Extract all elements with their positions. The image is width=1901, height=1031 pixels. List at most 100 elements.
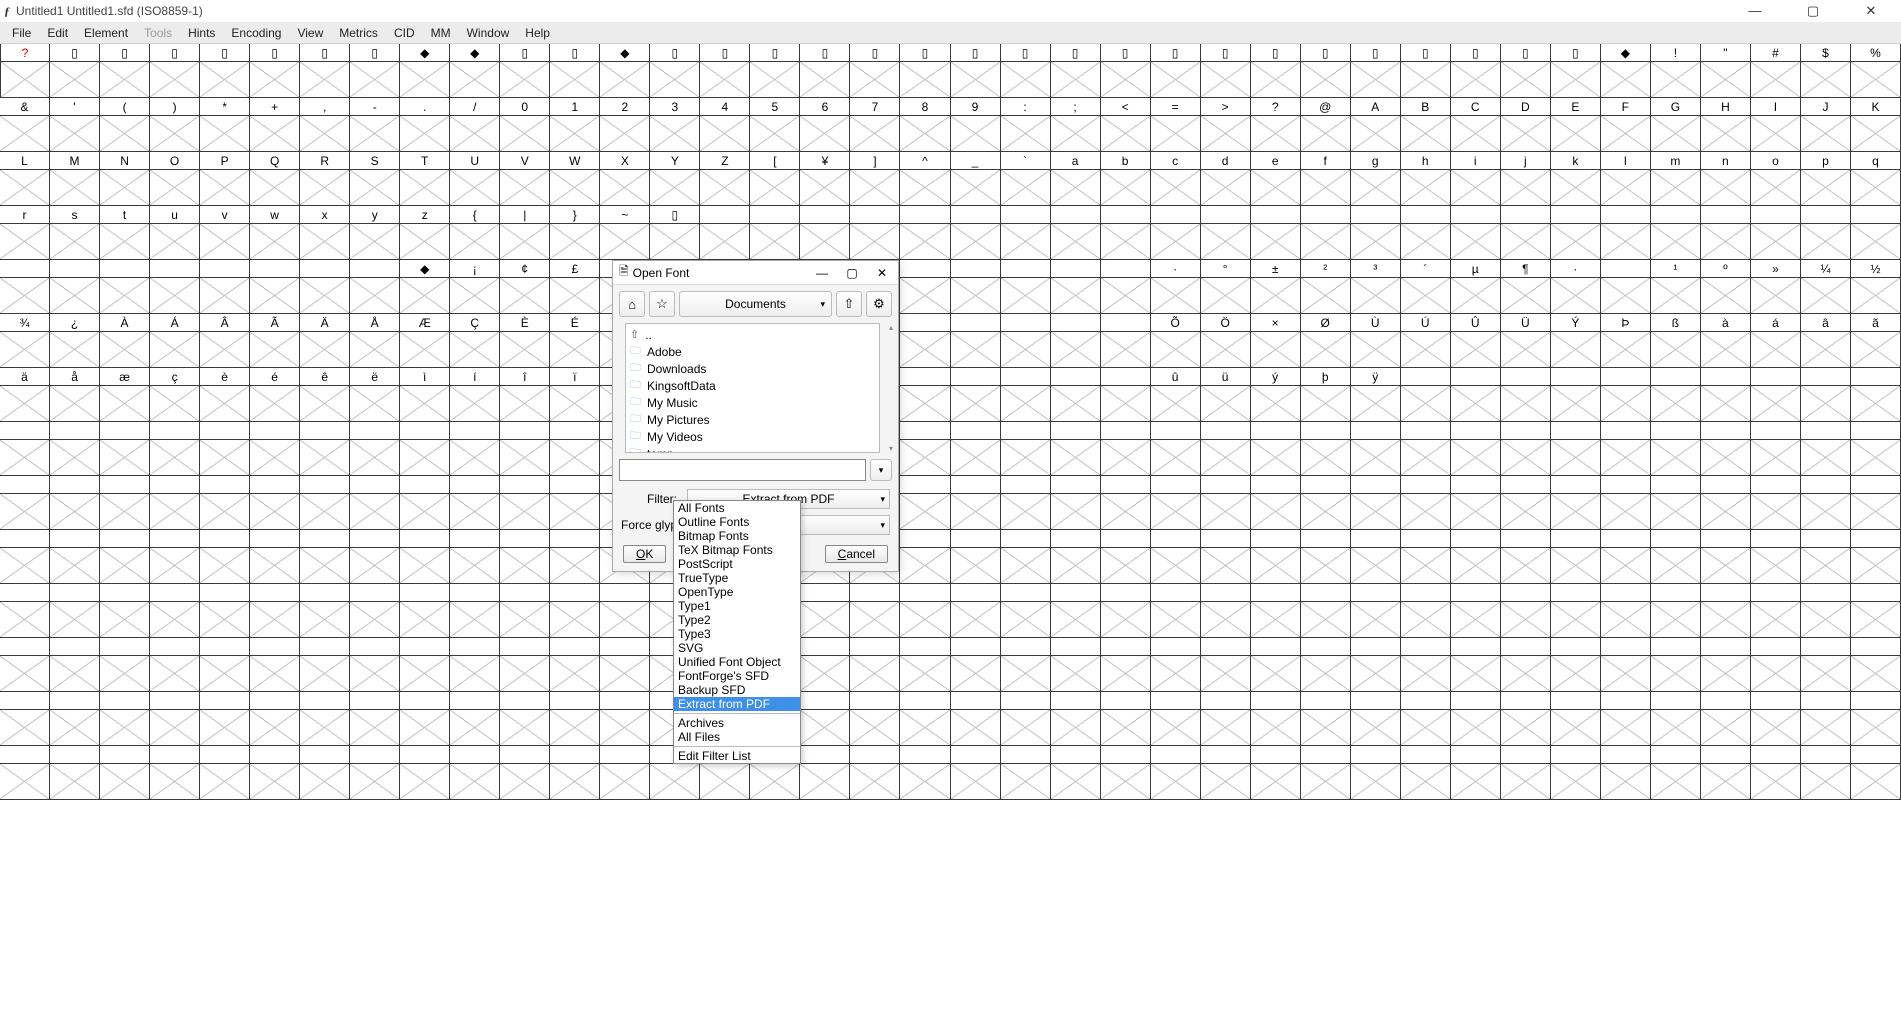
- home-button[interactable]: ⌂: [619, 291, 645, 317]
- glyph-cell[interactable]: Æ: [400, 314, 450, 368]
- glyph-cell[interactable]: [0, 422, 50, 476]
- dialog-minimize-button[interactable]: ―: [812, 266, 832, 280]
- glyph-cell[interactable]: [100, 422, 150, 476]
- glyph-cell[interactable]: ?: [0, 44, 50, 98]
- glyph-cell[interactable]: [300, 530, 350, 584]
- glyph-cell[interactable]: [1801, 422, 1851, 476]
- glyph-cell[interactable]: [1301, 746, 1351, 800]
- glyph-cell[interactable]: Þ: [1601, 314, 1651, 368]
- glyph-cell[interactable]: [1151, 476, 1201, 530]
- glyph-cell[interactable]: Å: [350, 314, 400, 368]
- glyph-cell[interactable]: ë: [350, 368, 400, 422]
- glyph-cell[interactable]: [50, 692, 100, 746]
- glyph-cell[interactable]: ▯: [50, 44, 100, 98]
- glyph-cell[interactable]: [1301, 476, 1351, 530]
- glyph-cell[interactable]: [1401, 422, 1451, 476]
- glyph-cell[interactable]: [1101, 314, 1151, 368]
- glyph-cell[interactable]: ¾: [0, 314, 50, 368]
- glyph-cell[interactable]: [500, 638, 550, 692]
- glyph-cell[interactable]: [800, 206, 850, 260]
- glyph-cell[interactable]: v: [200, 206, 250, 260]
- glyph-cell[interactable]: [1801, 638, 1851, 692]
- glyph-cell[interactable]: ß: [1651, 314, 1701, 368]
- glyph-cell[interactable]: [1301, 692, 1351, 746]
- glyph-cell[interactable]: [200, 422, 250, 476]
- glyph-cell[interactable]: [50, 422, 100, 476]
- glyph-cell[interactable]: [150, 422, 200, 476]
- glyph-cell[interactable]: R: [300, 152, 350, 206]
- glyph-cell[interactable]: £: [550, 260, 600, 314]
- glyph-cell[interactable]: ê: [300, 368, 350, 422]
- glyph-cell[interactable]: º: [1701, 260, 1751, 314]
- glyph-cell[interactable]: ü: [1201, 368, 1251, 422]
- glyph-cell[interactable]: [1601, 422, 1651, 476]
- glyph-cell[interactable]: í: [450, 368, 500, 422]
- glyph-cell[interactable]: [1451, 476, 1501, 530]
- glyph-cell[interactable]: [500, 422, 550, 476]
- glyph-cell[interactable]: U: [450, 152, 500, 206]
- glyph-cell[interactable]: ▯: [1151, 44, 1201, 98]
- glyph-cell[interactable]: ÿ: [1351, 368, 1401, 422]
- glyph-cell[interactable]: [250, 692, 300, 746]
- glyph-cell[interactable]: [1051, 206, 1101, 260]
- glyph-cell[interactable]: [1251, 530, 1301, 584]
- glyph-cell[interactable]: [0, 260, 50, 314]
- glyph-cell[interactable]: _: [951, 152, 1001, 206]
- glyph-cell[interactable]: ▯: [750, 44, 800, 98]
- glyph-cell[interactable]: [1001, 368, 1051, 422]
- glyph-cell[interactable]: [1351, 584, 1401, 638]
- glyph-cell[interactable]: [951, 314, 1001, 368]
- glyph-cell[interactable]: [1801, 746, 1851, 800]
- glyph-cell[interactable]: {: [450, 206, 500, 260]
- glyph-cell[interactable]: [200, 260, 250, 314]
- menu-encoding[interactable]: Encoding: [223, 24, 289, 42]
- glyph-cell[interactable]: M: [50, 152, 100, 206]
- glyph-cell[interactable]: [1101, 584, 1151, 638]
- glyph-cell[interactable]: <: [1101, 98, 1151, 152]
- glyph-cell[interactable]: I: [1751, 98, 1801, 152]
- glyph-cell[interactable]: [1801, 692, 1851, 746]
- glyph-cell[interactable]: [1151, 206, 1201, 260]
- glyph-cell[interactable]: [1201, 584, 1251, 638]
- glyph-cell[interactable]: Û: [1451, 314, 1501, 368]
- glyph-cell[interactable]: ▯: [150, 44, 200, 98]
- glyph-cell[interactable]: [1151, 530, 1201, 584]
- glyph-cell[interactable]: [1351, 206, 1401, 260]
- glyph-cell[interactable]: [450, 530, 500, 584]
- glyph-cell[interactable]: P: [200, 152, 250, 206]
- glyph-cell[interactable]: [400, 692, 450, 746]
- file-list[interactable]: ⇧.. 🗀Adobe 🗀Downloads 🗀KingsoftData 🗀My …: [625, 323, 880, 453]
- glyph-cell[interactable]: k: [1551, 152, 1601, 206]
- glyph-cell[interactable]: [450, 692, 500, 746]
- glyph-cell[interactable]: z: [400, 206, 450, 260]
- glyph-cell[interactable]: [1001, 746, 1051, 800]
- glyph-cell[interactable]: ,: [300, 98, 350, 152]
- glyph-cell[interactable]: [300, 692, 350, 746]
- glyph-cell[interactable]: ¥: [800, 152, 850, 206]
- glyph-cell[interactable]: ~: [600, 206, 650, 260]
- glyph-cell[interactable]: à: [1701, 314, 1751, 368]
- glyph-cell[interactable]: o: [1751, 152, 1801, 206]
- glyph-cell[interactable]: [1201, 638, 1251, 692]
- glyph-cell[interactable]: °: [1201, 260, 1251, 314]
- glyph-cell[interactable]: ▯: [1001, 44, 1051, 98]
- glyph-cell[interactable]: [1851, 692, 1901, 746]
- glyph-cell[interactable]: [1401, 206, 1451, 260]
- scrollbar[interactable]: ▴▾: [886, 323, 896, 453]
- glyph-cell[interactable]: ▯: [250, 44, 300, 98]
- glyph-cell[interactable]: [900, 422, 950, 476]
- glyph-cell[interactable]: [100, 260, 150, 314]
- glyph-cell[interactable]: [1851, 584, 1901, 638]
- menu-hints[interactable]: Hints: [180, 24, 223, 42]
- glyph-cell[interactable]: [1851, 530, 1901, 584]
- glyph-cell[interactable]: 0: [500, 98, 550, 152]
- glyph-cell[interactable]: [1751, 368, 1801, 422]
- glyph-cell[interactable]: [1051, 746, 1101, 800]
- glyph-cell[interactable]: J: [1801, 98, 1851, 152]
- glyph-cell[interactable]: [1551, 422, 1601, 476]
- glyph-cell[interactable]: [1651, 422, 1701, 476]
- glyph-cell[interactable]: [1301, 206, 1351, 260]
- glyph-cell[interactable]: [400, 746, 450, 800]
- glyph-cell[interactable]: [1501, 746, 1551, 800]
- glyph-cell[interactable]: ;: [1051, 98, 1101, 152]
